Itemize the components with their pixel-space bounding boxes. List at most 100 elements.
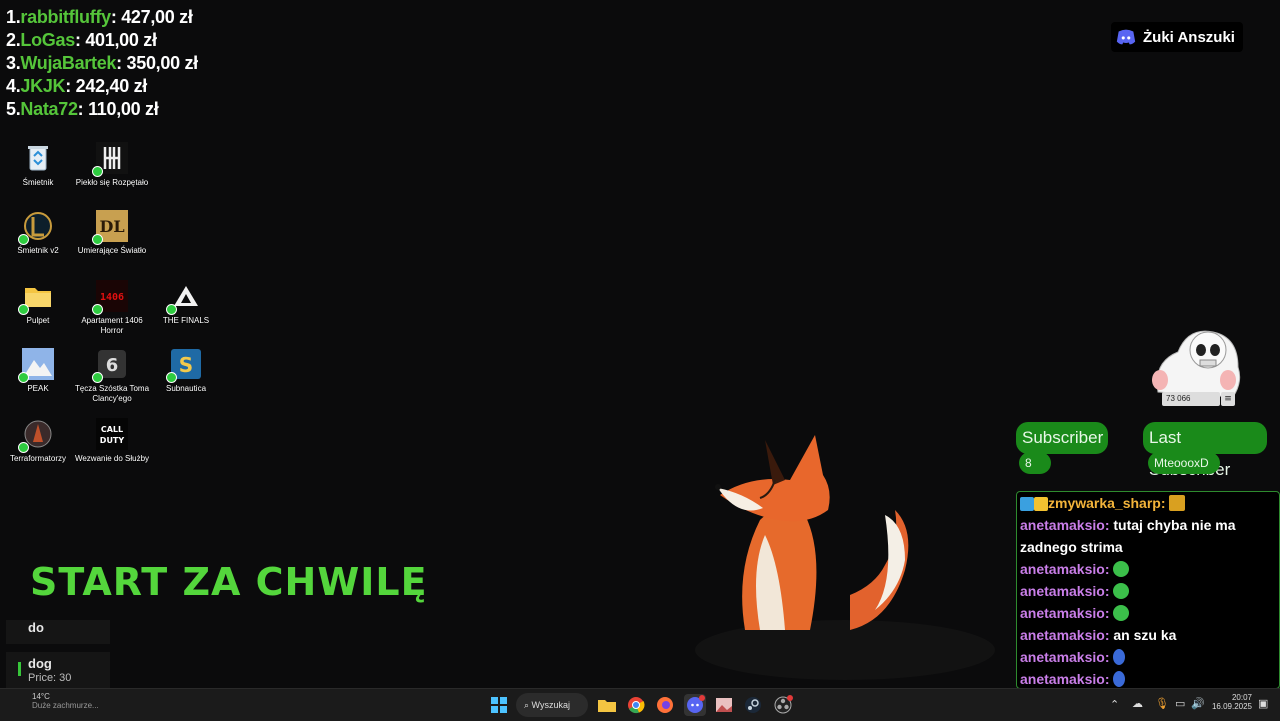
emote-icon	[1113, 605, 1130, 621]
desktop-icon-the-finals[interactable]: THE FINALS	[148, 280, 224, 326]
leaderboard-rank: 2.	[6, 30, 21, 50]
chat-username: anetamaksio	[1020, 627, 1105, 643]
alert-item: do	[6, 620, 110, 644]
svg-text:DL: DL	[99, 217, 124, 236]
chat-username: anetamaksio	[1020, 583, 1105, 599]
desktop-icon-label: Śmietnik v2	[17, 246, 59, 255]
the-finals-icon	[166, 280, 202, 315]
svg-text:1406: 1406	[100, 292, 124, 303]
weather-widget[interactable]: 14°C Duże zachmurze...	[14, 692, 99, 710]
alert-name: dog	[28, 656, 52, 671]
svg-text:DUTY: DUTY	[100, 436, 125, 445]
discord-icon	[1116, 29, 1136, 45]
cloud-icon[interactable]: ☁	[1132, 697, 1143, 710]
discord-name: Żuki Anszuki	[1143, 28, 1235, 46]
leaderboard-amount: 110,00 zł	[88, 99, 159, 119]
chat-text: an szu ka	[1113, 627, 1177, 643]
leaderboard-row: 2.LoGas: 401,00 zł	[6, 30, 157, 50]
emote-icon	[1113, 561, 1130, 577]
leaderboard-rank: 1.	[6, 7, 21, 27]
leaderboard-row: 4.JKJK: 242,40 zł	[6, 76, 148, 96]
folder-icon	[18, 280, 54, 315]
chevron-up-icon[interactable]: ⌃	[1110, 698, 1119, 711]
emote-icon	[1113, 649, 1126, 665]
chat-message: anetamaksio:	[1017, 668, 1279, 688]
chat-username: anetamaksio	[1020, 561, 1105, 577]
desktop-icon-label: Subnautica	[165, 384, 207, 393]
chat-message: anetamaksio: an szu ka	[1020, 627, 1177, 643]
chrome-icon[interactable]	[625, 694, 647, 716]
peak-icon	[18, 348, 54, 383]
chat-message: anetamaksio:	[1017, 646, 1279, 668]
firefox-icon[interactable]	[654, 694, 676, 716]
fox-illustration	[695, 435, 995, 680]
notifications-icon[interactable]: ▣	[1258, 697, 1268, 710]
hell-let-loose-icon	[92, 142, 128, 177]
volume-icon[interactable]: 🔊	[1191, 697, 1205, 710]
desktop-icon-recycle-bin[interactable]: Śmietnik	[0, 142, 76, 188]
microphone-icon[interactable]: 🎙	[1155, 697, 1169, 710]
chat-username: anetamaksio	[1020, 605, 1105, 621]
desktop-icon-label: PEAK	[27, 384, 49, 393]
leaderboard-name: JKJK	[20, 76, 66, 96]
desktop-icon-label: Pulpet	[26, 316, 50, 325]
svg-text:CALL: CALL	[101, 425, 123, 434]
obs-icon[interactable]	[772, 694, 794, 716]
leaderboard-amount: 427,00 zł	[121, 7, 193, 27]
discord-taskbar-icon[interactable]	[684, 694, 706, 716]
subscriber-value: 8	[1019, 452, 1051, 474]
leaderboard-name: Nata72	[20, 99, 78, 119]
desktop-icon-league[interactable]: Śmietnik v2	[0, 210, 76, 256]
clock[interactable]: 20:07 16.09.2025	[1208, 693, 1252, 711]
desktop-icon-label: Apartament 1406 Horror	[81, 316, 143, 335]
subscriber-title: Subscriber	[1016, 422, 1108, 454]
chat-username: anetamaksio	[1020, 671, 1105, 687]
start-button[interactable]	[488, 694, 510, 716]
desktop-icon-label: Umierające Światło	[77, 246, 147, 255]
desktop-icon-label: Śmietnik	[22, 178, 54, 187]
desktop-icon-terraforming[interactable]: Terraformatorzy	[0, 418, 76, 464]
chat-message: zmywarka_sharp:	[1017, 492, 1279, 514]
weather-temp: 14°C	[32, 692, 50, 701]
clock-date: 16.09.2025	[1211, 702, 1252, 711]
chat-username: zmywarka_sharp	[1048, 495, 1161, 511]
search-icon: ⌕	[524, 700, 532, 710]
desktop-icon-dying-light[interactable]: DL Umierające Światło	[74, 210, 150, 256]
emote-icon	[1113, 671, 1126, 687]
taskbar-search[interactable]: ⌕ Wyszukaj	[516, 693, 588, 717]
clock-time: 20:07	[1231, 693, 1252, 702]
chat-message: anetamaksio: tutaj chyba nie ma zadnego …	[1020, 517, 1236, 555]
file-explorer-icon[interactable]	[596, 694, 618, 716]
crown-icon	[1034, 497, 1048, 511]
viewer-count: 73 066	[1162, 392, 1220, 406]
desktop-icon-subnautica[interactable]: S Subnautica	[148, 348, 224, 394]
leaderboard-amount: 401,00 zł	[85, 30, 157, 50]
league-of-legends-icon	[18, 210, 54, 245]
desktop-icon-label: THE FINALS	[162, 316, 210, 325]
desktop-icon-label: Piekło się Rozpętało	[75, 178, 149, 187]
desktop-icon-desktop-folder[interactable]: Pulpet	[0, 280, 76, 326]
apartment-horror-icon: 1406	[92, 280, 128, 315]
chat-panel: zmywarka_sharp: anetamaksio: tutaj chyba…	[1016, 491, 1280, 689]
network-icon[interactable]: ▭	[1175, 697, 1185, 710]
emote-icon	[1113, 583, 1130, 599]
desktop-icon-label: Wezwanie do Służby	[74, 454, 150, 463]
desktop-icon-hell-let-loose[interactable]: Piekło się Rozpętało	[74, 142, 150, 188]
chat-message: anetamaksio:	[1017, 558, 1279, 580]
desktop-icon-label: Terraformatorzy	[9, 454, 66, 463]
photos-icon[interactable]	[713, 694, 735, 716]
chat-username: anetamaksio	[1020, 649, 1105, 665]
leaderboard-amount: 242,40 zł	[75, 76, 148, 96]
svg-text:S: S	[179, 353, 193, 377]
desktop-icon-label: Tęcza Szóstka Toma Clancy'ego	[74, 384, 150, 403]
leaderboard-rank: 4.	[6, 76, 21, 96]
recycle-bin-icon	[22, 142, 54, 174]
steam-icon[interactable]	[742, 694, 764, 716]
desktop-icon-rainbow-six[interactable]: 6 Tęcza Szóstka Toma Clancy'ego	[74, 348, 150, 404]
desktop-icon-apartment[interactable]: 1406 Apartament 1406 Horror	[74, 280, 150, 336]
svg-text:6: 6	[106, 355, 119, 376]
desktop-icon-peak[interactable]: PEAK	[0, 348, 76, 394]
chat-username: anetamaksio	[1020, 517, 1105, 533]
desktop-icon-call-of-duty[interactable]: CALL DUTY Wezwanie do Służby	[74, 418, 150, 464]
start-soon-text: START ZA CHWILĘ	[30, 560, 428, 604]
